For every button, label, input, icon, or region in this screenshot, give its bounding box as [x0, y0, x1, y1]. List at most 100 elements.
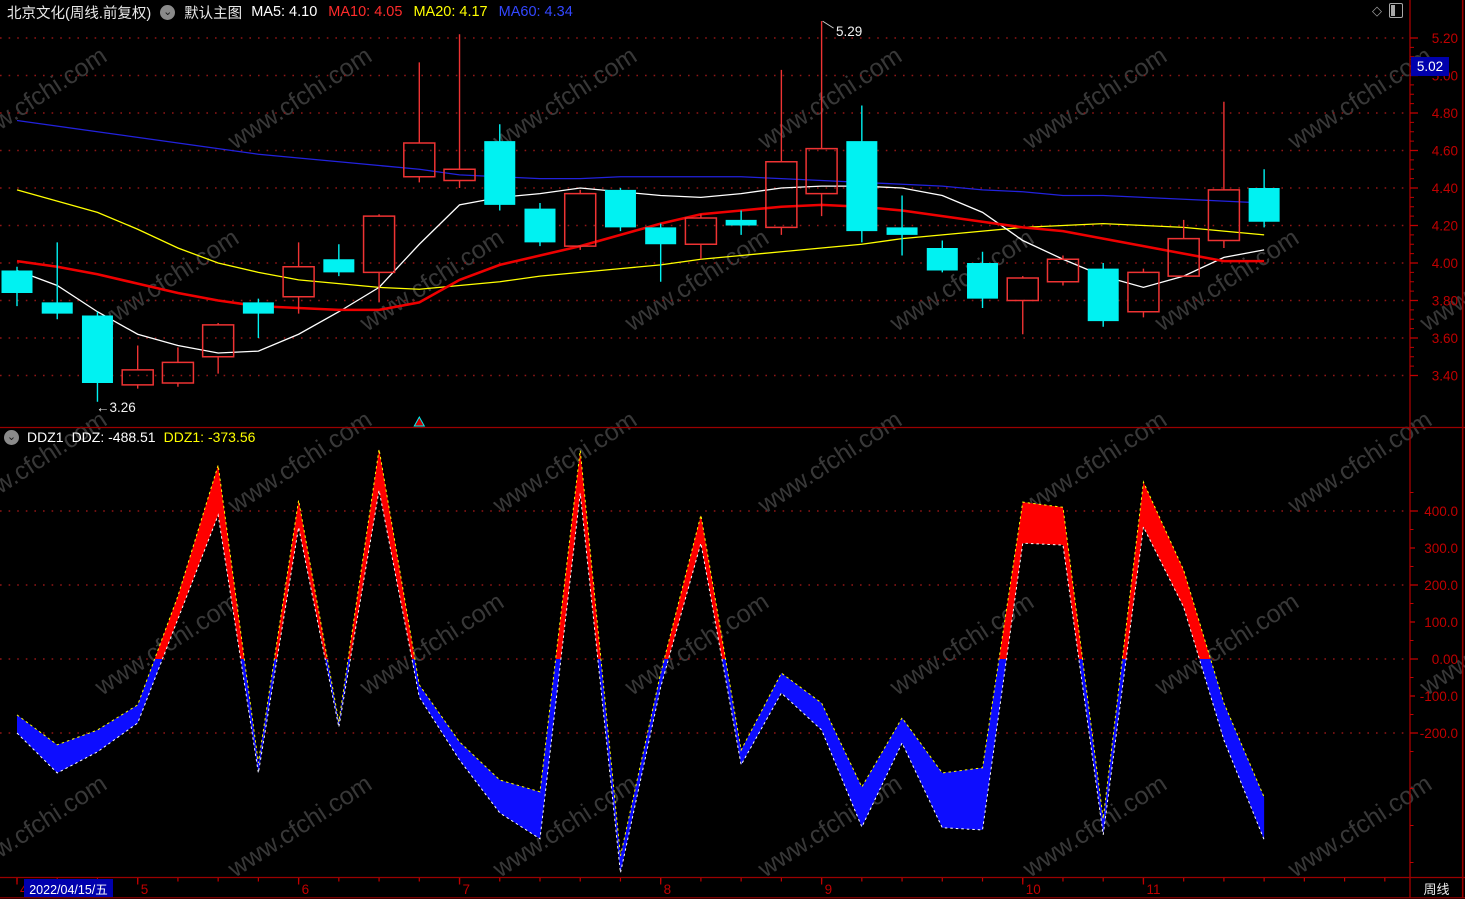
- candle-down: [645, 227, 677, 245]
- candle-down: [81, 315, 113, 383]
- price-axis-label: 3.40: [1432, 369, 1458, 384]
- month-label-6: 6: [302, 882, 310, 897]
- page-title: 北京文化(周线.前复权): [7, 5, 152, 22]
- watermark-text: www.cfchi.com: [884, 224, 1039, 338]
- candle-up: [765, 161, 798, 229]
- ddz-axis-label: 300.0: [1424, 541, 1458, 556]
- candle-down: [1, 270, 33, 293]
- watermark-text: www.cfchi.com: [1282, 406, 1437, 520]
- candle-down: [604, 189, 636, 228]
- candle-up: [161, 361, 195, 384]
- candle-down: [967, 263, 999, 299]
- ma-label-0: MA5: 4.10: [251, 4, 318, 20]
- chart-header: 北京文化(周线.前复权) ⌄ 默认主图 MA5: 4.10 MA10: 4.05 M…: [0, 0, 1465, 24]
- ddz1-line: [16, 449, 1265, 856]
- candle-up: [121, 369, 154, 386]
- candle-down: [926, 248, 958, 271]
- month-label-8: 8: [664, 882, 672, 897]
- candle-up: [684, 217, 718, 245]
- chevron-down-icon[interactable]: ⌄: [160, 4, 176, 20]
- ma-label-1: MA10: 4.05: [328, 4, 403, 20]
- watermark-text: www.cfchi.com: [487, 42, 642, 156]
- month-label-9: 9: [825, 882, 833, 897]
- price-axis-label: 4.40: [1432, 181, 1458, 196]
- cursor-date-badge: 2022/04/15/五: [24, 879, 113, 897]
- candle-up: [362, 215, 396, 274]
- watermark-text: www.cfchi.com: [0, 42, 112, 156]
- candle-up: [1127, 271, 1160, 313]
- candle-down: [484, 141, 516, 205]
- candle-down: [886, 227, 918, 235]
- watermark-text: www.cfchi.com: [0, 406, 112, 520]
- ma-line-ma60: [16, 119, 1265, 204]
- month-label-11: 11: [1146, 882, 1160, 897]
- watermark-text: www.cfchi.com: [222, 406, 377, 520]
- watermark-text: www.cfchi.com: [222, 42, 377, 156]
- price-axis-label: 3.60: [1432, 331, 1458, 346]
- watermark-text: www.cfchi.com: [487, 406, 642, 520]
- candle-up: [282, 266, 315, 298]
- price-axis-label: 3.80: [1432, 294, 1458, 309]
- period-selector[interactable]: 周线: [1411, 880, 1462, 897]
- ddz-value: DDZ: -488.51: [71, 429, 156, 445]
- candle-down: [323, 259, 355, 273]
- watermark-text: www.cfchi.com: [1017, 42, 1172, 156]
- watermark-text: www.cfchi.com: [752, 42, 907, 156]
- month-label-5: 5: [141, 882, 149, 897]
- ma-label-2: MA20: 4.17: [413, 4, 488, 20]
- ddz1-value: DDZ1: -373.56: [163, 429, 256, 445]
- watermark-text: www.cfchi.com: [222, 770, 377, 884]
- ddz-positive-area: [154, 449, 1211, 659]
- watermark-text: www.cfchi.com: [1017, 770, 1172, 884]
- diamond-icon[interactable]: ◇: [1372, 4, 1382, 17]
- candle-down: [41, 302, 73, 314]
- candle-up: [1207, 189, 1241, 242]
- indicator-header: ⌄ DDZ1 DDZ: -488.51 DDZ1: -373.56: [4, 429, 255, 445]
- watermark-text: www.cfchi.com: [354, 224, 509, 338]
- candle-up: [1046, 258, 1080, 283]
- price-axis-label: 4.00: [1432, 256, 1458, 271]
- ddz-axis-label: 200.0: [1424, 578, 1458, 593]
- watermark-text: www.cfchi.com: [354, 588, 509, 702]
- header-toolbar: ◇: [1372, 3, 1403, 18]
- ddz-axis-label: -200.0: [1420, 726, 1458, 741]
- ddz-axis-label: 0.00: [1432, 652, 1458, 667]
- month-label-7: 7: [463, 882, 471, 897]
- current-price-badge: 5.02: [1411, 57, 1449, 76]
- signal-marker-icon: [413, 415, 426, 427]
- ma-legend: MA5: 4.10 MA10: 4.05 MA20: 4.17 MA60: 4.34: [251, 4, 573, 20]
- candle-down: [242, 302, 274, 314]
- candle-up: [1006, 277, 1039, 302]
- ddz-axis-label: 400.0: [1424, 504, 1458, 519]
- watermark-text: www.cfchi.com: [1149, 588, 1304, 702]
- candle-down: [1087, 268, 1119, 322]
- candle-down: [725, 219, 757, 226]
- month-label-10: 10: [1026, 882, 1041, 897]
- ddz-axis-label: -100.0: [1420, 689, 1458, 704]
- price-axis-label: 5.20: [1432, 31, 1458, 46]
- watermark-text: www.cfchi.com: [619, 588, 774, 702]
- ddz-axis-label: 100.0: [1424, 615, 1458, 630]
- high-price-annotation: 5.29: [836, 24, 863, 39]
- watermark-text: www.cfchi.com: [1282, 770, 1437, 884]
- watermark-text: www.cfchi.com: [884, 588, 1039, 702]
- price-axis-label: 4.80: [1432, 106, 1458, 121]
- panel-layout-icon[interactable]: [1389, 3, 1403, 18]
- candle-down: [1248, 188, 1280, 222]
- candle-down: [846, 141, 878, 232]
- price-axis-label: 4.60: [1432, 144, 1458, 159]
- price-axis-label: 4.20: [1432, 219, 1458, 234]
- candle-up: [563, 192, 597, 247]
- main-chart-label: 默认主图: [184, 5, 243, 22]
- watermark-text: www.cfchi.com: [752, 406, 907, 520]
- watermark-text: www.cfchi.com: [1414, 224, 1465, 338]
- watermark-text: www.cfchi.com: [0, 770, 112, 884]
- ma-label-3: MA60: 4.34: [498, 4, 573, 20]
- watermark-text: www.cfchi.com: [752, 770, 907, 884]
- candle-up: [403, 142, 436, 178]
- watermark-text: www.cfchi.com: [619, 224, 774, 338]
- chevron-down-icon[interactable]: ⌄: [4, 429, 19, 445]
- chart-canvas: www.cfchi.com www.cfchi.com www.cfchi.com w…: [0, 0, 1465, 899]
- candle-down: [524, 208, 556, 243]
- stock-chart-app: www.cfchi.com www.cfchi.com www.cfchi.com w…: [0, 0, 1465, 899]
